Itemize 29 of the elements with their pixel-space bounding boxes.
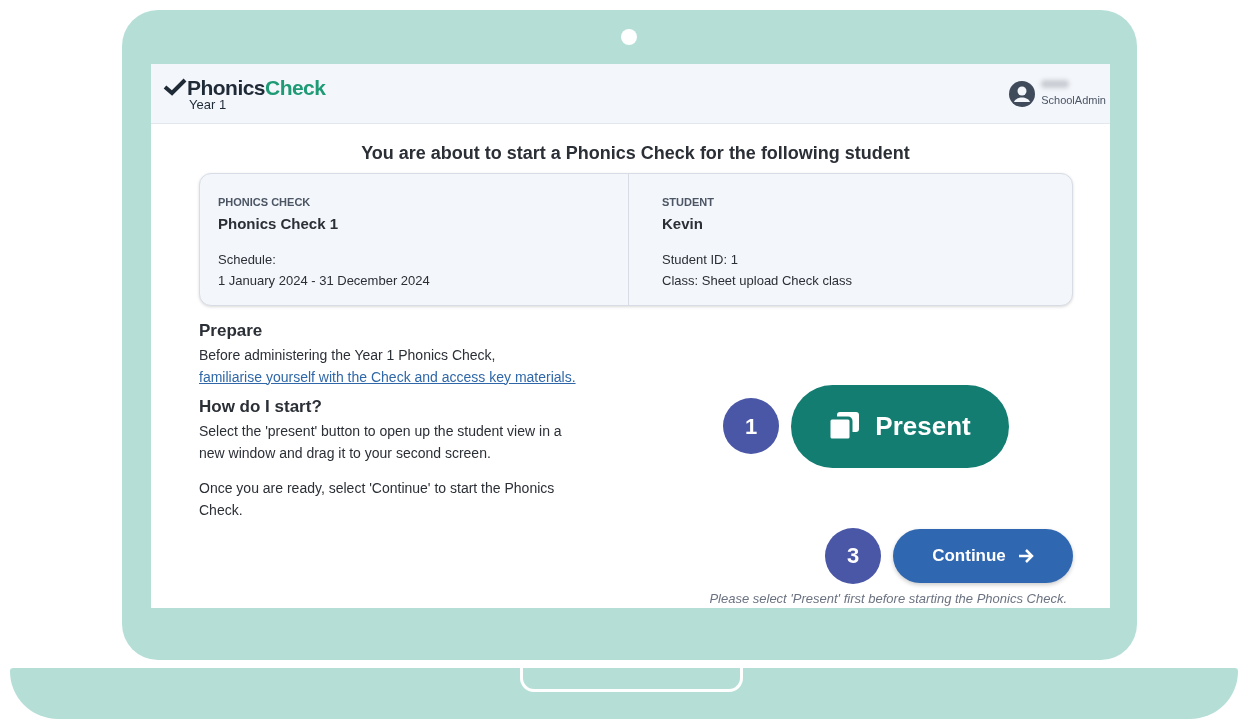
camera-icon <box>621 29 637 45</box>
checkmark-icon <box>163 78 187 96</box>
continue-note: Please select 'Present' first before starting the Phonics Check. <box>709 589 1067 608</box>
instruction-paragraph: Select the 'present' button to open up the student view in a new window and drag it to your second screen. <box>199 421 563 463</box>
logo-subtitle: Year 1 <box>189 97 228 111</box>
blurred-username <box>1041 80 1070 89</box>
step-number-badge: 3 <box>825 527 881 584</box>
page-title: You are about to start a Phonics Check for the following student <box>360 142 911 165</box>
summary-detail: Schedule: <box>218 251 277 269</box>
continue-button[interactable]: Continue <box>893 528 1073 583</box>
user-role: SchoolAdmin <box>1041 93 1106 109</box>
prepare-paragraph: Before administering the Year 1 Phonics Check, familiarise yourself with the Check and access key materials. <box>199 345 577 387</box>
present-button[interactable]: Present <box>791 384 1009 468</box>
logo-text: PhonicsCheck <box>187 76 326 98</box>
windows-icon <box>829 412 860 440</box>
summary-value: Phonics Check 1 <box>218 213 340 234</box>
step-number-badge: 1 <box>723 398 779 454</box>
materials-link[interactable]: familiarise yourself with the Check and access key materials. <box>199 368 576 385</box>
summary-detail: Class: Sheet upload Check class <box>662 272 854 290</box>
user-avatar-icon <box>1009 80 1036 107</box>
summary-detail: 1 January 2024 - 31 December 2024 <box>218 272 431 290</box>
section-heading: Prepare <box>199 319 264 342</box>
summary-detail: Student ID: 1 <box>662 251 739 269</box>
summary-label: STUDENT <box>662 195 715 210</box>
summary-label: PHONICS CHECK <box>218 195 312 210</box>
section-heading: How do I start? <box>199 395 323 418</box>
arrow-right-icon <box>1017 548 1034 563</box>
instruction-paragraph: Once you are ready, select 'Continue' to start the Phonics Check. <box>199 478 556 520</box>
summary-value: Kevin <box>662 213 704 234</box>
